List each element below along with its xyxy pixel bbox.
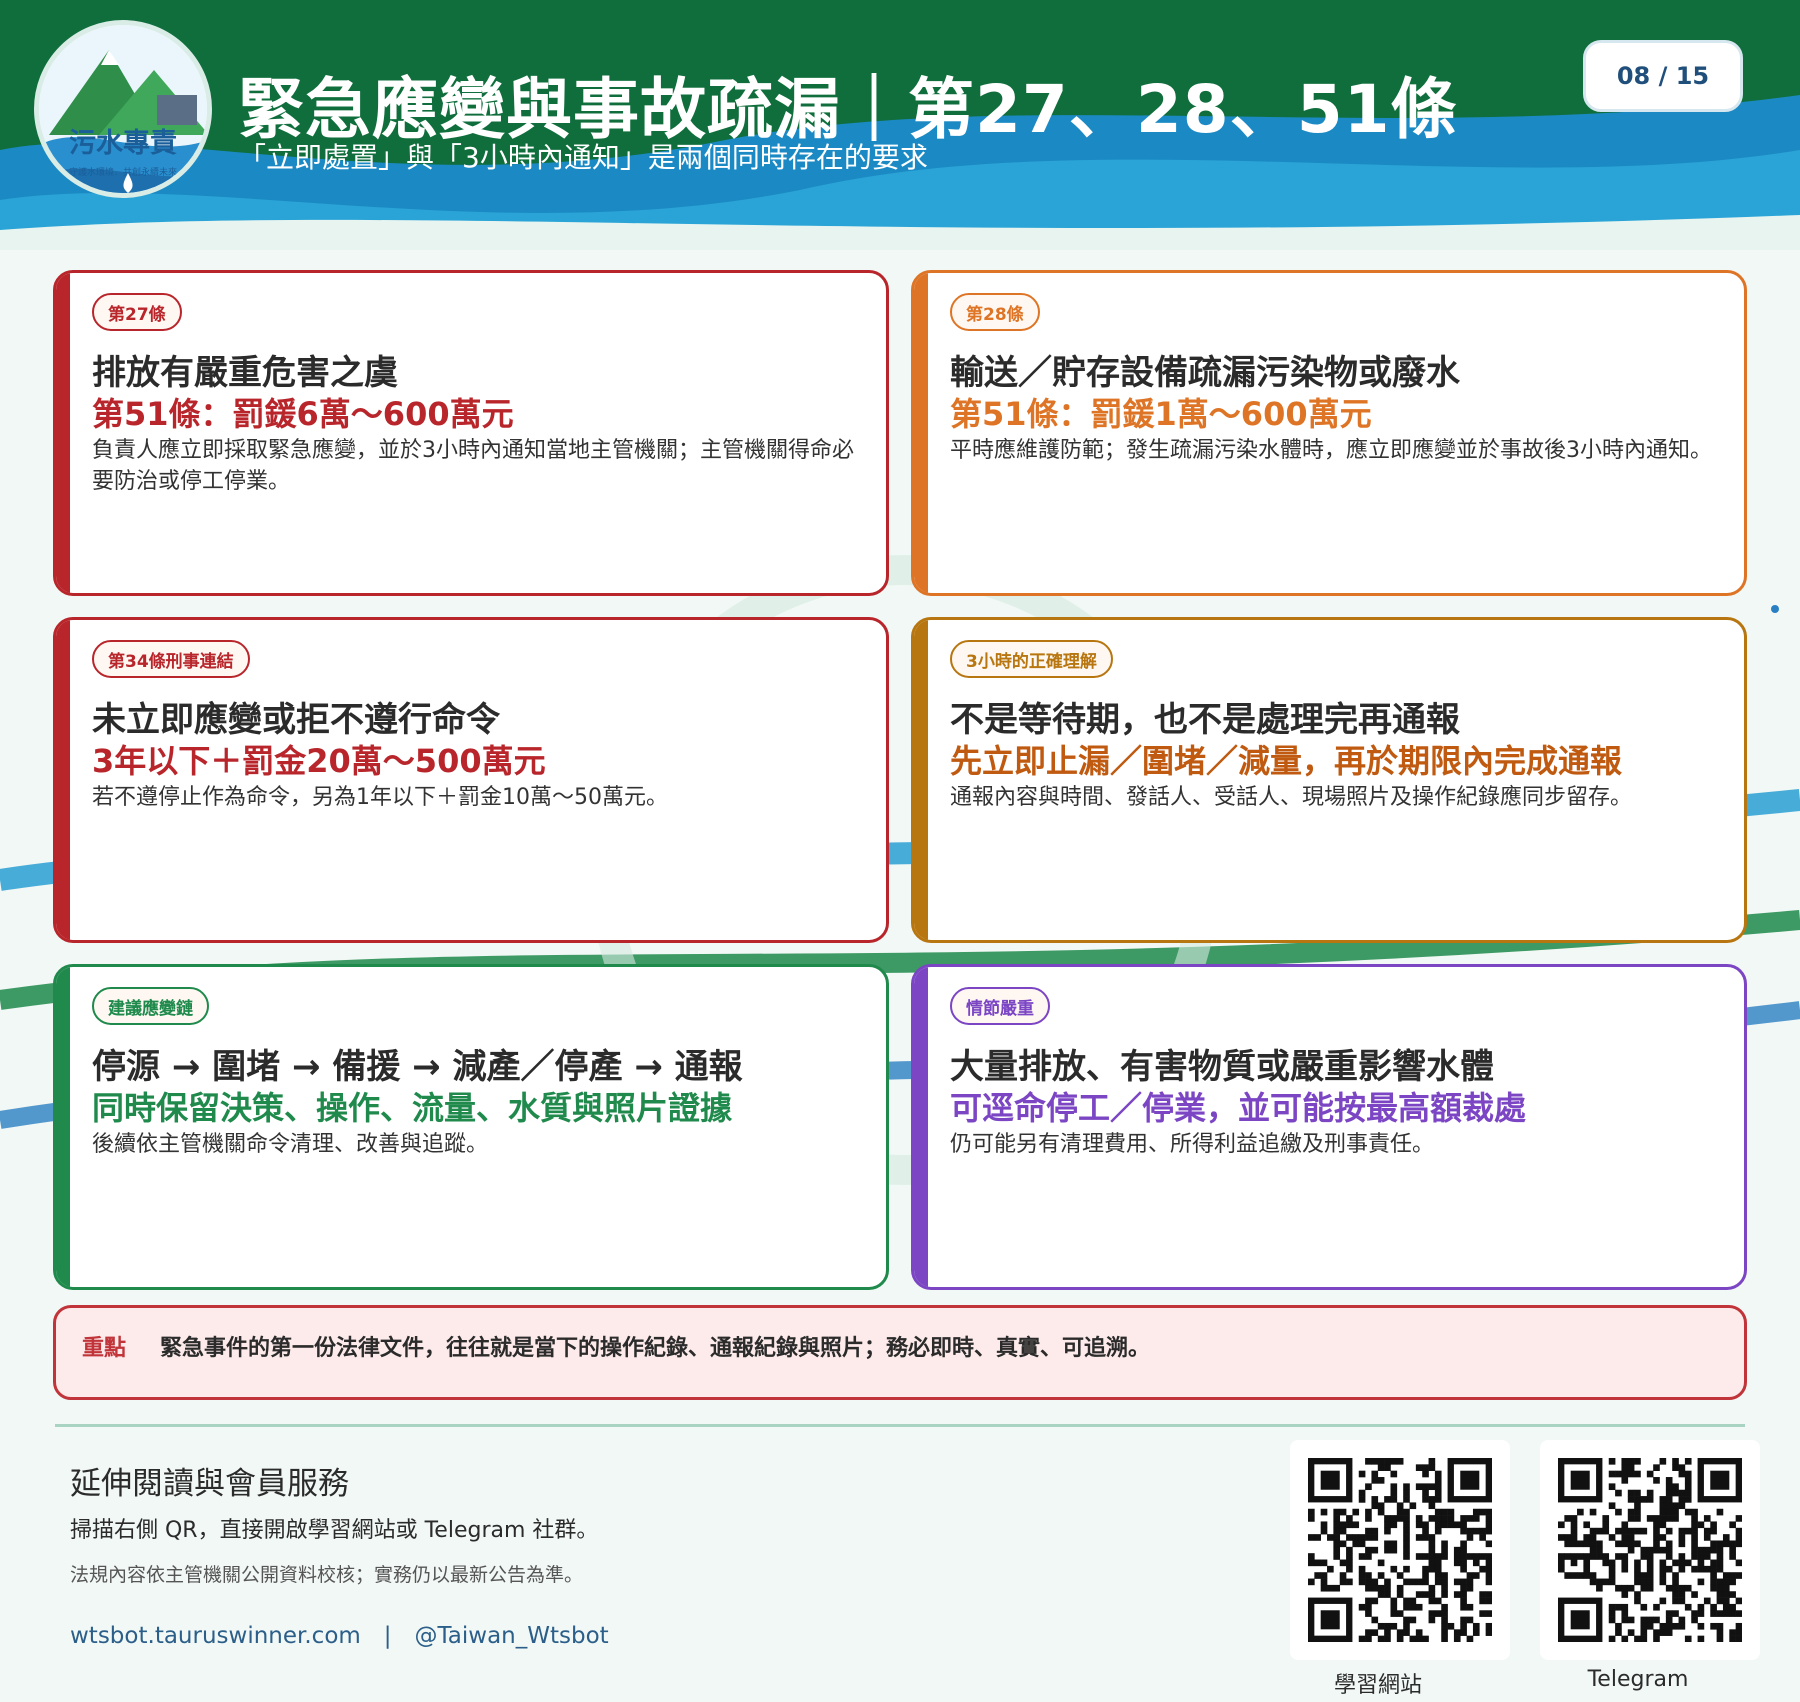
footer-divider (55, 1424, 1745, 1427)
footer-description: 掃描右側 QR，直接開啟學習網站或 Telegram 社群。 (70, 1518, 599, 1543)
card-body: 仍可能另有清理費用、所得利益追繳及刑事責任。 (950, 1132, 1435, 1157)
page-subtitle: 「立即處置」與「3小時內通知」是兩個同時存在的要求 (238, 141, 928, 174)
card-tag: 建議應變鏈 (92, 987, 209, 1025)
page-indicator: 08 / 15 (1583, 40, 1743, 112)
card-heading: 停源 → 圍堵 → 備援 → 減產／停產 → 通報 (92, 1047, 743, 1087)
card-highlight: 先立即止漏／圍堵／減量，再於期限內完成通報 (950, 742, 1623, 780)
qr-code-icon (1558, 1458, 1742, 1642)
card-tag: 第34條刑事連結 (92, 640, 250, 678)
card-accent-bar (914, 967, 928, 1287)
card-heading: 排放有嚴重危害之虞 (92, 353, 398, 393)
key-point-banner: 重點 緊急事件的第一份法律文件，往往就是當下的操作紀錄、通報紀錄與照片；務必即時… (53, 1305, 1747, 1400)
card-accent-bar (56, 620, 70, 940)
card-accent-bar (914, 273, 928, 593)
card-article-27: 第27條 排放有嚴重危害之虞 第51條：罰鍰6萬～600萬元 負責人應立即採取緊… (53, 270, 889, 596)
qr-label-website: 學習網站 (1333, 1673, 1422, 1698)
key-point-label: 重點 (82, 1336, 127, 1361)
card-tag: 3小時的正確理解 (950, 640, 1113, 678)
card-response-chain: 建議應變鏈 停源 → 圍堵 → 備援 → 減產／停產 → 通報 同時保留決策、操… (53, 964, 889, 1290)
card-body: 後續依主管機關命令清理、改善與追蹤。 (92, 1132, 489, 1157)
card-heading: 不是等待期，也不是處理完再通報 (950, 700, 1460, 740)
footer-note: 法規內容依主管機關公開資料校核；實務仍以最新公告為準。 (70, 1564, 584, 1586)
card-penalty: 第51條：罰鍰6萬～600萬元 (92, 395, 514, 433)
qr-code-website[interactable] (1290, 1440, 1510, 1660)
card-accent-bar (56, 273, 70, 593)
card-body: 平時應維護防範；發生疏漏污染水體時，應立即應變並於事故後3小時內通知。 (950, 438, 1712, 463)
card-highlight: 可逕命停工／停業，並可能按最高額裁處 (950, 1089, 1527, 1127)
qr-label-telegram: Telegram (1587, 1667, 1689, 1692)
card-tag: 情節嚴重 (950, 987, 1050, 1025)
card-highlight: 同時保留決策、操作、流量、水質與照片證據 (92, 1089, 733, 1127)
card-heading: 大量排放、有害物質或嚴重影響水體 (950, 1047, 1494, 1087)
card-article-34-criminal: 第34條刑事連結 未立即應變或拒不遵行命令 3年以下＋罰金20萬～500萬元 若… (53, 617, 889, 943)
card-tag: 第27條 (92, 293, 182, 331)
card-heading: 輸送／貯存設備疏漏污染物或廢水 (950, 353, 1460, 393)
logo-tagline: — 守護水環境．共創永續未來 — (57, 168, 189, 178)
card-body: 負責人應立即採取緊急應變，並於3小時內通知當地主管機關；主管機關得命必要防治或停… (92, 438, 854, 494)
company-logo: 污水專責 — 守護水環境．共創永續未來 — (34, 20, 212, 198)
card-accent-bar (914, 620, 928, 940)
card-heading: 未立即應變或拒不遵行命令 (92, 700, 500, 740)
card-three-hour-rule: 3小時的正確理解 不是等待期，也不是處理完再通報 先立即止漏／圍堵／減量，再於期… (911, 617, 1747, 943)
footer-title: 延伸閱讀與會員服務 (70, 1466, 349, 1502)
card-severe-cases: 情節嚴重 大量排放、有害物質或嚴重影響水體 可逕命停工／停業，並可能按最高額裁處… (911, 964, 1747, 1290)
card-article-28: 第28條 輸送／貯存設備疏漏污染物或廢水 第51條：罰鍰1萬～600萬元 平時應… (911, 270, 1747, 596)
card-body: 若不遵停止作為命令，另為1年以下＋罰金10萬～50萬元。 (92, 785, 668, 810)
card-body: 通報內容與時間、發話人、受話人、現場照片及操作紀錄應同步留存。 (950, 785, 1633, 810)
qr-code-icon (1308, 1458, 1492, 1642)
logo-text: 污水專責 (69, 128, 177, 159)
card-tag: 第28條 (950, 293, 1040, 331)
card-accent-bar (56, 967, 70, 1287)
card-penalty: 3年以下＋罰金20萬～500萬元 (92, 742, 546, 780)
qr-code-telegram[interactable] (1540, 1440, 1760, 1660)
card-penalty: 第51條：罰鍰1萬～600萬元 (950, 395, 1372, 433)
footer-links[interactable]: wtsbot.tauruswinner.com | @Taiwan_Wtsbot (70, 1616, 609, 1650)
key-point-text: 緊急事件的第一份法律文件，往往就是當下的操作紀錄、通報紀錄與照片；務必即時、真實… (160, 1336, 1151, 1361)
